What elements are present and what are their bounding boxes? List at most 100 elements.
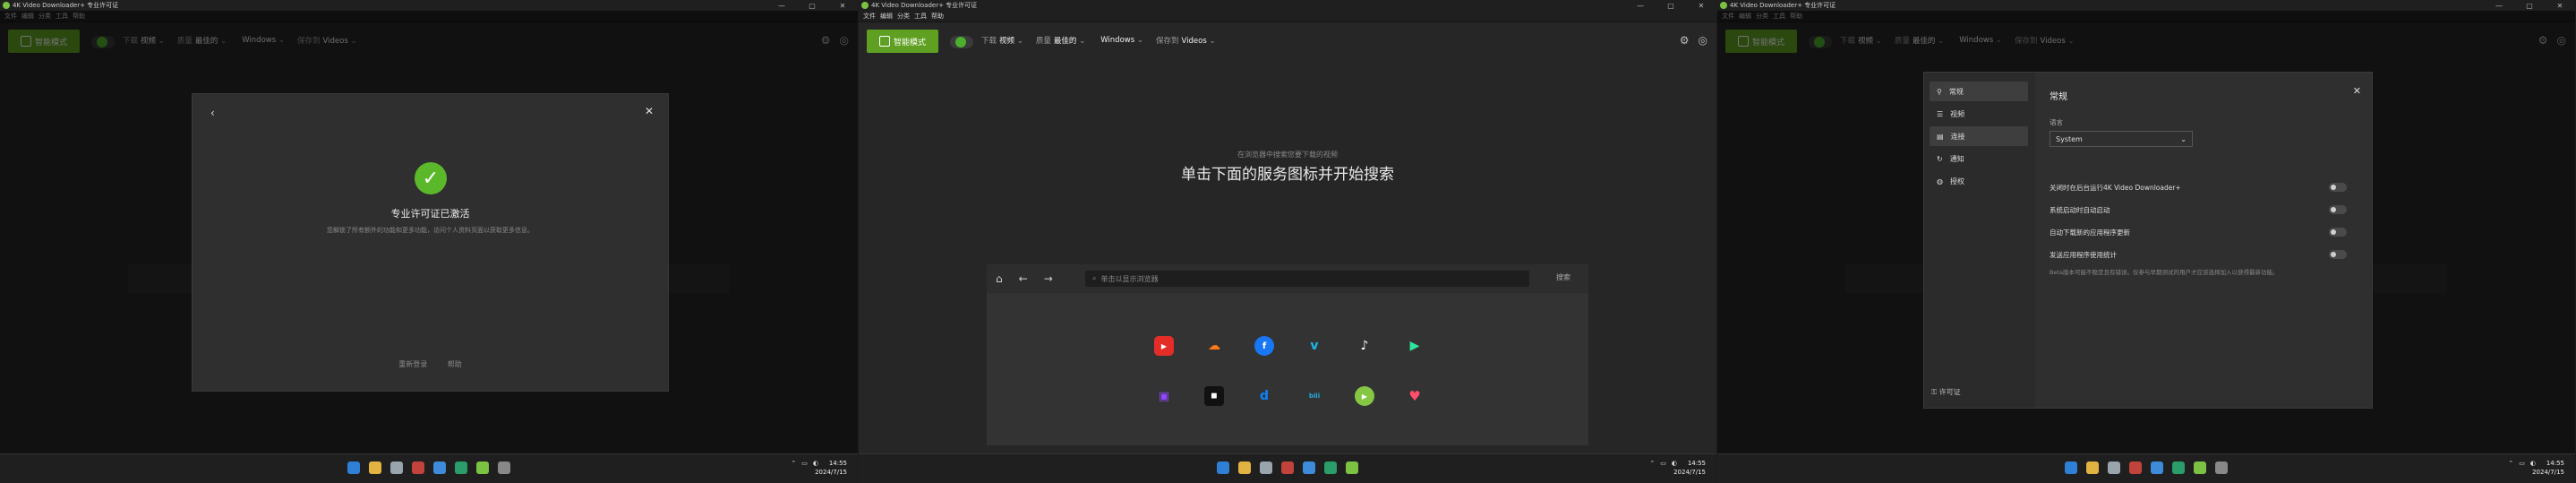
search-button[interactable]: 搜索: [1556, 272, 1570, 282]
nav-notifications-label: 通知: [1949, 154, 1964, 163]
tiktok-icon[interactable]: ♪: [1355, 336, 1374, 356]
close-window-button[interactable]: ✕: [1686, 2, 1716, 10]
edge-icon[interactable]: [1324, 461, 1337, 474]
facebook-icon[interactable]: f: [1254, 336, 1274, 356]
clock[interactable]: 14:55 2024/7/15: [1673, 459, 1706, 477]
app2-icon[interactable]: [2215, 461, 2228, 474]
toggle-switch[interactable]: [2329, 183, 2347, 192]
settings-app-icon[interactable]: [390, 461, 403, 474]
toggle-switch[interactable]: [2329, 228, 2347, 237]
taskbar-apps: [347, 461, 510, 474]
store-icon[interactable]: [2151, 461, 2163, 474]
minimize-button[interactable]: —: [2484, 2, 2514, 10]
download-type-select[interactable]: 下载视频 ⌄: [981, 35, 1023, 46]
dialog-description: 您解锁了所有额外的功能和更多功能，访问个人资料页面以获取更多信息。: [327, 227, 534, 234]
clock[interactable]: 14:55 2024/7/15: [815, 459, 847, 477]
saveto-value: Videos: [1181, 37, 1207, 46]
downloader-icon[interactable]: [2194, 461, 2206, 474]
toggle-switch[interactable]: [2329, 205, 2347, 214]
menu-edit[interactable]: 编辑: [880, 11, 893, 22]
smart-mode-toggle[interactable]: [950, 36, 973, 48]
maximize-button[interactable]: ▢: [2514, 2, 2545, 10]
maximize-button[interactable]: ▢: [797, 2, 827, 10]
rumble-play-icon[interactable]: ▶: [1405, 336, 1425, 356]
nav-connection-label: 连接: [1950, 132, 1965, 141]
back-arrow-icon[interactable]: ←: [1019, 272, 1028, 285]
back-arrow-icon[interactable]: ‹: [210, 107, 215, 119]
home-icon[interactable]: ⌂: [996, 272, 1003, 285]
rumble-icon[interactable]: ▶: [1355, 386, 1374, 406]
settings-nav-license[interactable]: ◍ 授权: [1930, 171, 2028, 191]
toggle-switch[interactable]: [2329, 250, 2347, 259]
title-bar: 4K Video Downloader+ 专业许可证 — ▢ ✕: [0, 0, 858, 11]
settings-app-icon[interactable]: [1260, 461, 1272, 474]
forward-arrow-icon[interactable]: →: [1044, 272, 1053, 285]
tray-chevron-icon[interactable]: ⌃: [791, 460, 796, 467]
start-icon[interactable]: [2065, 461, 2077, 474]
network-icon[interactable]: ▭: [2519, 460, 2525, 467]
niconico-icon[interactable]: ◼: [1204, 386, 1224, 406]
smart-mode-label: 智能模式: [893, 38, 926, 47]
help-button[interactable]: 帮助: [448, 360, 462, 368]
close-window-button[interactable]: ✕: [827, 2, 858, 10]
menu-category[interactable]: 分类: [897, 11, 910, 22]
toolbar: 智能模式 下载视频 ⌄ 质量最佳的 ⌄ Windows ⌄ 保存到Videos …: [859, 22, 1716, 60]
clock-time: 14:55: [2546, 460, 2564, 467]
network-icon[interactable]: ▭: [801, 460, 808, 467]
os-select[interactable]: Windows ⌄: [1098, 36, 1143, 45]
store-icon[interactable]: [433, 461, 446, 474]
downloader-icon[interactable]: [476, 461, 489, 474]
file-explorer-icon[interactable]: [2086, 461, 2099, 474]
edge-icon[interactable]: [455, 461, 467, 474]
store-icon[interactable]: [1303, 461, 1315, 474]
title-bar: 4K Video Downloader+ 专业许可证 — ▢ ✕: [859, 0, 1716, 11]
bilibili-icon[interactable]: bili: [1305, 386, 1324, 406]
menu-file[interactable]: 文件: [863, 11, 876, 22]
file-explorer-icon[interactable]: [369, 461, 381, 474]
app-icon[interactable]: [412, 461, 424, 474]
settings-nav-general[interactable]: ⚲ 常规: [1930, 82, 2028, 101]
language-select[interactable]: System ⌄: [2050, 131, 2193, 147]
menu-help[interactable]: 帮助: [931, 11, 944, 22]
app-icon[interactable]: [2129, 461, 2142, 474]
soundcloud-icon[interactable]: ☁: [1204, 336, 1224, 356]
license-link[interactable]: ⚿ 许可证: [1931, 387, 1961, 397]
app2-icon[interactable]: [498, 461, 510, 474]
quality-select[interactable]: 质量最佳的 ⌄: [1036, 35, 1085, 46]
youtube-icon[interactable]: ▶: [1154, 336, 1174, 356]
file-explorer-icon[interactable]: [1238, 461, 1251, 474]
close-icon[interactable]: ✕: [645, 105, 654, 117]
network-icon[interactable]: ▭: [1660, 460, 1666, 467]
dailymotion-icon[interactable]: d: [1254, 386, 1274, 406]
settings-nav-connection[interactable]: ▤ 连接: [1930, 126, 2028, 146]
smart-mode-icon: [878, 36, 890, 47]
saveto-label: 保存到: [1156, 37, 1179, 46]
close-icon[interactable]: ✕: [2353, 85, 2361, 97]
saveto-select[interactable]: 保存到Videos ⌄: [1156, 35, 1216, 46]
menu-tools[interactable]: 工具: [914, 11, 927, 22]
smart-mode-button[interactable]: 智能模式: [867, 30, 938, 53]
settings-nav-notifications[interactable]: ↻ 通知: [1930, 149, 2028, 168]
settings-gear-icon[interactable]: ⚙: [1680, 34, 1690, 47]
downloader-icon[interactable]: [1346, 461, 1358, 474]
settings-app-icon[interactable]: [2108, 461, 2120, 474]
vimeo-icon[interactable]: v: [1305, 336, 1324, 356]
minimize-button[interactable]: —: [766, 2, 797, 10]
clock[interactable]: 14:55 2024/7/15: [2532, 459, 2564, 477]
maximize-button[interactable]: ▢: [1656, 2, 1686, 10]
start-icon[interactable]: [1217, 461, 1229, 474]
edge-icon[interactable]: [2172, 461, 2185, 474]
start-icon[interactable]: [347, 461, 360, 474]
settings-nav-video[interactable]: ☰ 视频: [1930, 104, 2028, 124]
likee-heart-icon[interactable]: ♥: [1405, 386, 1425, 406]
tray-chevron-icon[interactable]: ⌃: [2508, 460, 2513, 467]
window-title: 4K Video Downloader+ 专业许可证: [871, 2, 978, 9]
account-icon[interactable]: ◎: [1699, 34, 1707, 47]
minimize-button[interactable]: —: [1625, 2, 1656, 10]
url-input[interactable]: ⌕ 单击以显示浏览器: [1085, 271, 1529, 287]
twitch-icon[interactable]: ▣: [1154, 386, 1174, 406]
relogin-button[interactable]: 重新登录: [398, 360, 427, 368]
app-icon[interactable]: [1281, 461, 1294, 474]
close-window-button[interactable]: ✕: [2545, 2, 2575, 10]
tray-chevron-icon[interactable]: ⌃: [1649, 460, 1655, 467]
